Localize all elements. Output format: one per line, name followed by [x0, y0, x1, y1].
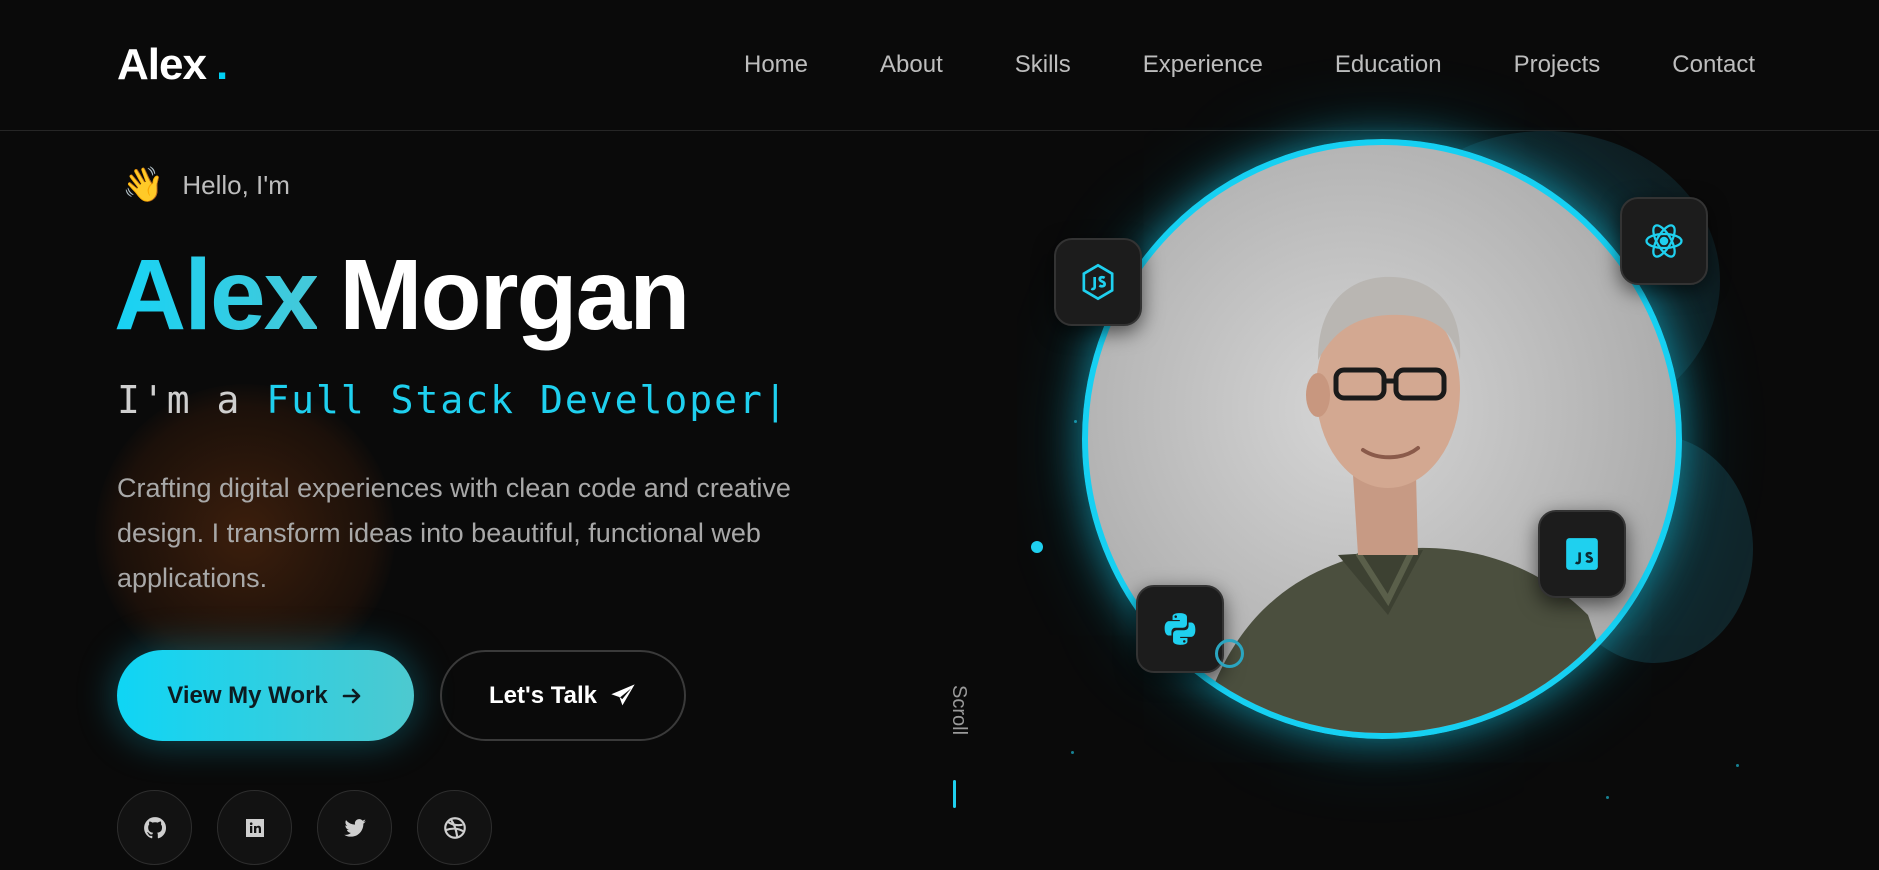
dribbble-icon	[443, 816, 466, 839]
react-tile	[1620, 197, 1708, 285]
hero-description: Crafting digital experiences with clean …	[117, 473, 791, 593]
role-prefix: I'm a	[117, 378, 267, 422]
nav-contact[interactable]: Contact	[1672, 51, 1755, 79]
python-tile	[1136, 585, 1224, 673]
nav-education[interactable]: Education	[1335, 51, 1442, 79]
role-typewriter: I'm a Full Stack Developer|	[117, 378, 789, 422]
logo-text: Alex	[117, 40, 207, 89]
javascript-tile	[1538, 510, 1626, 598]
nav-home[interactable]: Home	[744, 51, 808, 79]
social-links	[117, 790, 492, 865]
lets-talk-button[interactable]: Let's Talk	[440, 650, 686, 741]
nav-skills[interactable]: Skills	[1015, 51, 1071, 79]
python-icon	[1164, 613, 1196, 645]
hero-name: Alex Morgan	[114, 245, 690, 345]
react-icon	[1645, 224, 1683, 258]
arrow-right-icon	[342, 688, 361, 703]
decorative-dot	[1071, 751, 1074, 754]
decorative-ring	[1215, 639, 1244, 668]
wave-icon: 👋	[122, 166, 165, 204]
linkedin-link[interactable]	[217, 790, 292, 865]
decorative-dot	[1074, 420, 1077, 423]
decorative-dot	[1031, 541, 1043, 553]
nodejs-tile	[1054, 238, 1142, 326]
dribbble-link[interactable]	[417, 790, 492, 865]
nav-about[interactable]: About	[880, 51, 943, 79]
nav-experience[interactable]: Experience	[1143, 51, 1263, 79]
logo[interactable]: Alex.	[117, 40, 228, 90]
javascript-icon	[1566, 538, 1598, 570]
twitter-icon	[343, 818, 366, 837]
greeting-text: Hello, I'm	[182, 169, 290, 200]
view-my-work-label: View My Work	[167, 681, 328, 709]
twitter-link[interactable]	[317, 790, 392, 865]
github-icon	[143, 816, 166, 838]
logo-dot: .	[215, 40, 228, 89]
github-link[interactable]	[117, 790, 192, 865]
paper-plane-icon	[611, 683, 635, 705]
first-name: Alex	[114, 239, 319, 351]
scroll-indicator-line	[953, 780, 956, 808]
top-nav: Alex. Home About Skills Experience Educa…	[0, 0, 1879, 131]
linkedin-icon	[245, 818, 264, 837]
role-highlight: Full Stack Developer	[266, 378, 764, 422]
decorative-dot	[1606, 796, 1609, 799]
main-menu: Home About Skills Experience Education P…	[672, 51, 1755, 79]
scroll-indicator-label: Scroll	[948, 685, 970, 736]
greeting: 👋 Hello, I'm	[122, 168, 290, 202]
decorative-dot	[1736, 764, 1739, 767]
view-my-work-button[interactable]: View My Work	[117, 650, 414, 741]
nodejs-icon	[1082, 263, 1114, 301]
nav-projects[interactable]: Projects	[1514, 51, 1601, 79]
last-name: Morgan	[339, 239, 690, 351]
lets-talk-label: Let's Talk	[489, 681, 597, 709]
typing-caret: |	[763, 378, 789, 422]
